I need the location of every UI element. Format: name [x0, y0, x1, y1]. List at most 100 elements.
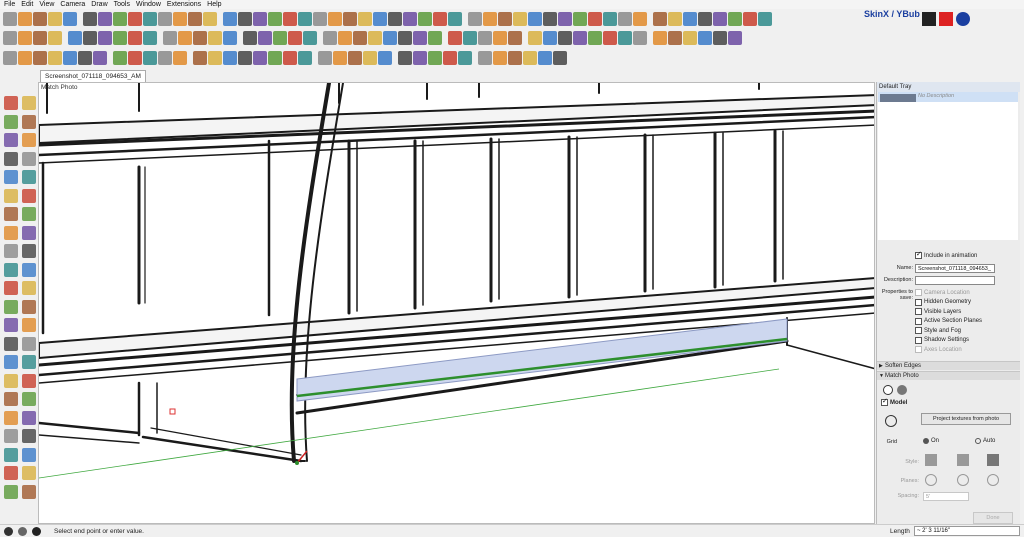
row2-tool-icon[interactable] [573, 31, 587, 45]
drawing-tool-icon[interactable] [4, 114, 18, 129]
drawing-tool-icon[interactable] [22, 466, 36, 480]
row2-tool-icon[interactable] [683, 31, 697, 45]
row1-tool-icon[interactable] [543, 12, 557, 26]
row1-tool-icon[interactable] [283, 12, 297, 26]
row1-tool-icon[interactable] [653, 12, 667, 26]
row2-tool-icon[interactable] [508, 31, 522, 45]
row1-tool-icon[interactable] [513, 12, 527, 26]
row2-tool-icon[interactable] [653, 31, 667, 45]
row2-tool-icon[interactable] [478, 31, 492, 45]
drawing-tool-icon[interactable] [22, 281, 36, 295]
menu-tools[interactable]: Tools [114, 0, 130, 9]
row3-tool-icon[interactable] [223, 51, 237, 65]
drawing-tool-icon[interactable] [4, 484, 18, 499]
row3-tool-icon[interactable] [173, 51, 187, 65]
brand-label[interactable]: SkinX / YBub [864, 9, 920, 19]
row3-tool-icon[interactable] [3, 51, 17, 65]
row3-tool-icon[interactable] [18, 51, 32, 65]
drawing-tool-icon[interactable] [4, 281, 18, 295]
row3-tool-icon[interactable] [238, 51, 252, 65]
row3-tool-icon[interactable] [93, 51, 107, 65]
row2-tool-icon[interactable] [98, 31, 112, 45]
row1-tool-icon[interactable] [113, 12, 127, 26]
drawing-tool-icon[interactable] [22, 114, 36, 129]
menu-draw[interactable]: Draw [91, 0, 107, 9]
row3-tool-icon[interactable] [363, 51, 377, 65]
row2-tool-icon[interactable] [463, 31, 477, 45]
drawing-tool-icon[interactable] [4, 299, 18, 314]
row2-tool-icon[interactable] [193, 31, 207, 45]
scene-description-field[interactable] [915, 276, 995, 285]
drawing-tool-icon[interactable] [4, 410, 18, 425]
scene-thumbnail[interactable] [880, 94, 916, 102]
row2-tool-icon[interactable] [68, 31, 82, 45]
drawing-tool-icon[interactable] [4, 447, 18, 462]
drawing-tool-icon[interactable] [22, 244, 36, 258]
drawing-tool-icon[interactable] [4, 133, 18, 147]
spacing-field[interactable]: 5' [923, 492, 969, 501]
row3-tool-icon[interactable] [508, 51, 522, 65]
property-checkbox[interactable] [915, 346, 922, 353]
row1-tool-icon[interactable] [418, 12, 432, 26]
scene-list[interactable]: No Description [878, 92, 1018, 240]
row3-tool-icon[interactable] [143, 51, 157, 65]
grid-auto-option[interactable]: Auto [975, 438, 995, 444]
plane-green-blue-icon[interactable] [987, 474, 999, 486]
include-animation-checkbox[interactable] [915, 250, 922, 259]
row3-tool-icon[interactable] [493, 51, 507, 65]
row1-tool-icon[interactable] [388, 12, 402, 26]
property-row[interactable]: Style and Fog [915, 327, 961, 334]
row1-tool-icon[interactable] [83, 12, 97, 26]
include-animation-row[interactable]: Include in animation [915, 250, 977, 259]
row1-tool-icon[interactable] [343, 12, 357, 26]
drawing-tool-icon[interactable] [4, 262, 18, 277]
row1-tool-icon[interactable] [498, 12, 512, 26]
row1-tool-icon[interactable] [128, 12, 142, 26]
drawing-tool-icon[interactable] [22, 318, 36, 332]
row1-tool-icon[interactable] [743, 12, 757, 26]
row1-tool-icon[interactable] [373, 12, 387, 26]
drawing-tool-icon[interactable] [4, 429, 18, 443]
drawing-tool-icon[interactable] [4, 151, 18, 166]
drawing-tool-icon[interactable] [4, 96, 18, 110]
row2-tool-icon[interactable] [398, 31, 412, 45]
row3-tool-icon[interactable] [443, 51, 457, 65]
row2-tool-icon[interactable] [33, 31, 47, 45]
row1-tool-icon[interactable] [728, 12, 742, 26]
row3-tool-icon[interactable] [398, 51, 412, 65]
row2-tool-icon[interactable] [618, 31, 632, 45]
row2-tool-icon[interactable] [208, 31, 222, 45]
row1-tool-icon[interactable] [173, 12, 187, 26]
property-checkbox[interactable] [915, 317, 922, 325]
model-viewport[interactable]: Match Photo [38, 82, 875, 524]
row2-tool-icon[interactable] [83, 31, 97, 45]
tab-document[interactable]: Screenshot_071118_094653_AM [40, 70, 146, 82]
row1-tool-icon[interactable] [603, 12, 617, 26]
row2-tool-icon[interactable] [178, 31, 192, 45]
row2-tool-icon[interactable] [448, 31, 462, 45]
add-photo-icon[interactable] [883, 385, 893, 395]
row1-tool-icon[interactable] [668, 12, 682, 26]
row2-tool-icon[interactable] [728, 31, 742, 45]
row1-tool-icon[interactable] [268, 12, 282, 26]
row1-tool-icon[interactable] [433, 12, 447, 26]
row1-tool-icon[interactable] [633, 12, 647, 26]
done-button[interactable]: Done [973, 512, 1013, 524]
menu-camera[interactable]: Camera [60, 0, 85, 9]
drawing-tool-icon[interactable] [4, 373, 18, 388]
info-icon[interactable] [4, 527, 13, 536]
row1-tool-icon[interactable] [253, 12, 267, 26]
row2-tool-icon[interactable] [543, 31, 557, 45]
menu-edit[interactable]: Edit [21, 0, 33, 9]
drawing-tool-icon[interactable] [22, 429, 36, 443]
settings-icon[interactable] [897, 385, 907, 395]
row2-tool-icon[interactable] [383, 31, 397, 45]
row3-tool-icon[interactable] [378, 51, 392, 65]
grid-style-3-icon[interactable] [987, 454, 999, 466]
property-checkbox[interactable] [915, 327, 922, 334]
row1-tool-icon[interactable] [758, 12, 772, 26]
menu-view[interactable]: View [39, 0, 54, 9]
row2-tool-icon[interactable] [713, 31, 727, 45]
radio-on-icon[interactable] [923, 438, 929, 444]
property-row[interactable]: Axes Location [915, 346, 962, 353]
